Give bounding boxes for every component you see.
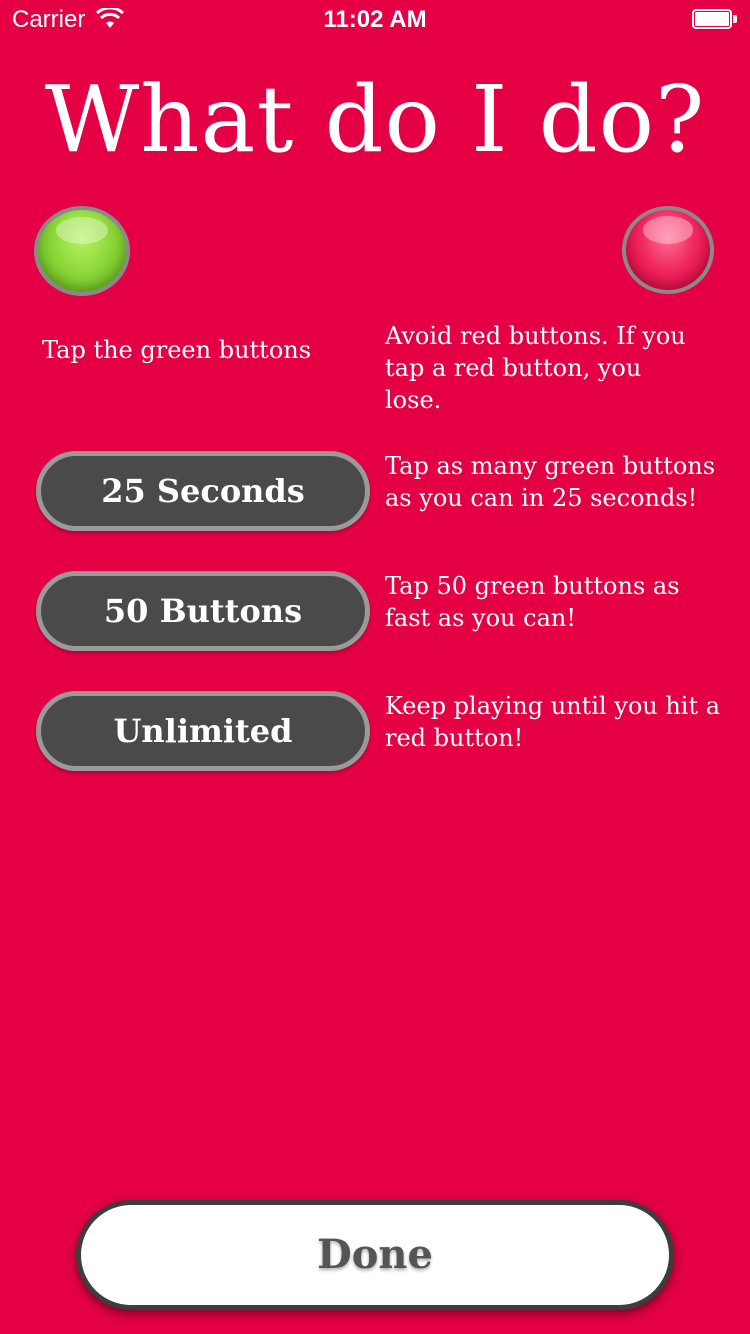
done-button[interactable]: Done xyxy=(76,1200,674,1310)
battery-icon xyxy=(692,9,738,31)
red-instruction: Avoid red buttons. If you tap a red butt… xyxy=(385,322,686,414)
status-bar: Carrier 11:02 AM xyxy=(0,0,750,40)
mode-25-seconds-description: Tap as many green buttons as you can in … xyxy=(385,452,716,512)
green-instruction: Tap the green buttons xyxy=(42,336,312,364)
green-button-icon xyxy=(34,206,130,296)
page-title: What do I do? xyxy=(44,66,706,173)
mode-25-seconds-button[interactable]: 25 Seconds xyxy=(36,451,370,531)
mode-unlimited-description: Keep playing until you hit a red button! xyxy=(385,692,721,752)
mode-50-buttons-description: Tap 50 green buttons as fast as you can! xyxy=(385,572,680,632)
status-time: 11:02 AM xyxy=(323,6,427,33)
mode-unlimited-button[interactable]: Unlimited xyxy=(36,691,370,771)
mode-50-buttons-button[interactable]: 50 Buttons xyxy=(36,571,370,651)
red-button-icon xyxy=(622,206,714,294)
